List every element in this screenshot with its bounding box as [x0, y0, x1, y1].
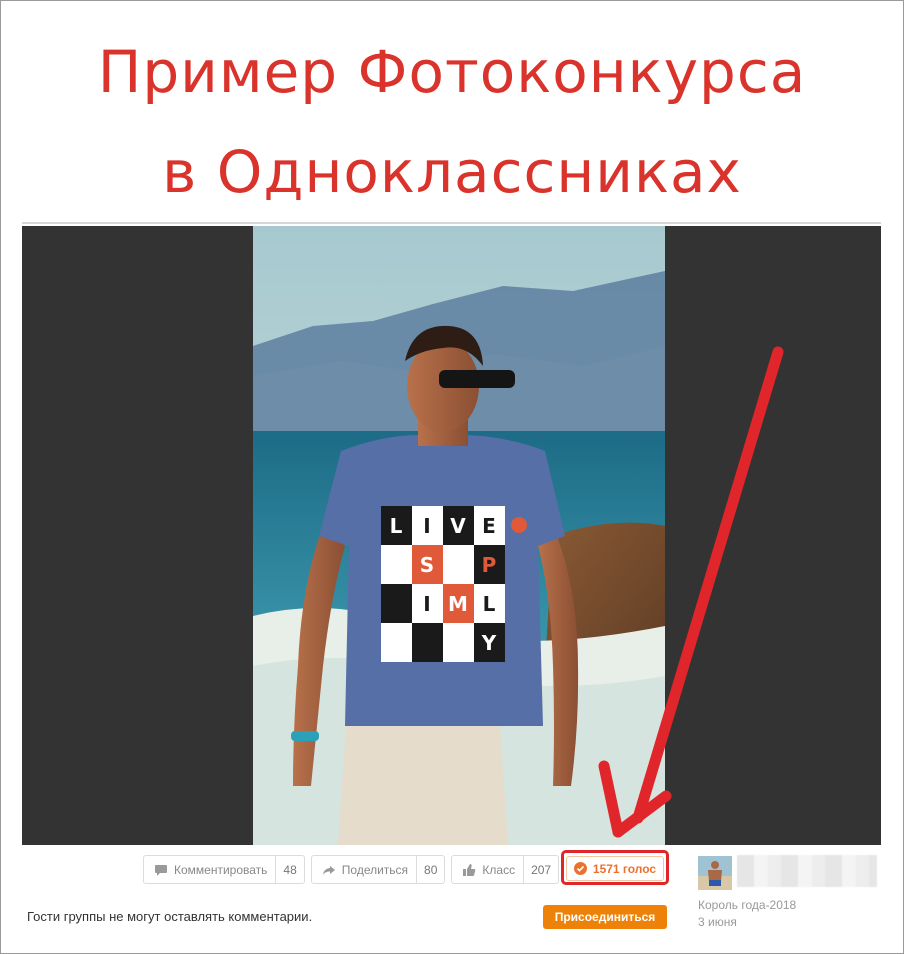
divider	[22, 222, 881, 224]
headline-line-2: в Одноклассниках	[162, 138, 742, 206]
svg-text:M: M	[448, 592, 468, 616]
speech-bubble-icon	[155, 864, 167, 876]
share-label: Поделиться	[341, 862, 409, 877]
guests-notice: Гости группы не могут оставлять коммента…	[27, 909, 313, 924]
vote-button[interactable]: 1571 голос	[566, 856, 664, 881]
like-label: Класс	[482, 862, 516, 877]
svg-text:Y: Y	[481, 631, 497, 655]
comment-button[interactable]: Комментировать 48	[143, 855, 305, 884]
svg-text:I: I	[423, 592, 430, 616]
post-date: 3 июня	[698, 915, 737, 929]
check-circle-icon	[573, 862, 587, 875]
svg-text:S: S	[420, 553, 434, 577]
photo-actions-bar: Комментировать 48 Поделиться 80 Класс 20…	[143, 855, 560, 884]
headline-line-1: Пример Фотоконкурса	[97, 38, 807, 106]
join-group-button[interactable]: Присоединиться	[543, 905, 667, 929]
author-name-blurred[interactable]	[737, 855, 877, 887]
vote-label: 1571 голос	[592, 861, 657, 876]
thumbs-up-icon	[463, 863, 476, 876]
like-button[interactable]: Класс 207	[451, 855, 560, 884]
svg-text:P: P	[482, 553, 497, 577]
photo-viewer[interactable]: L I V E S P I M L Y	[22, 226, 881, 845]
svg-text:V: V	[450, 514, 466, 538]
like-count: 207	[523, 856, 558, 883]
share-button[interactable]: Поделиться 80	[310, 855, 446, 884]
author-avatar[interactable]	[698, 856, 732, 890]
share-count: 80	[416, 856, 444, 883]
share-arrow-icon	[322, 865, 335, 875]
contest-photo[interactable]: L I V E S P I M L Y	[253, 226, 665, 845]
comment-count: 48	[275, 856, 303, 883]
comment-label: Комментировать	[174, 862, 268, 877]
svg-text:E: E	[482, 514, 496, 538]
svg-text:I: I	[423, 514, 430, 538]
svg-text:L: L	[390, 514, 403, 538]
svg-text:L: L	[483, 592, 496, 616]
album-link[interactable]: Король года-2018	[698, 898, 796, 912]
